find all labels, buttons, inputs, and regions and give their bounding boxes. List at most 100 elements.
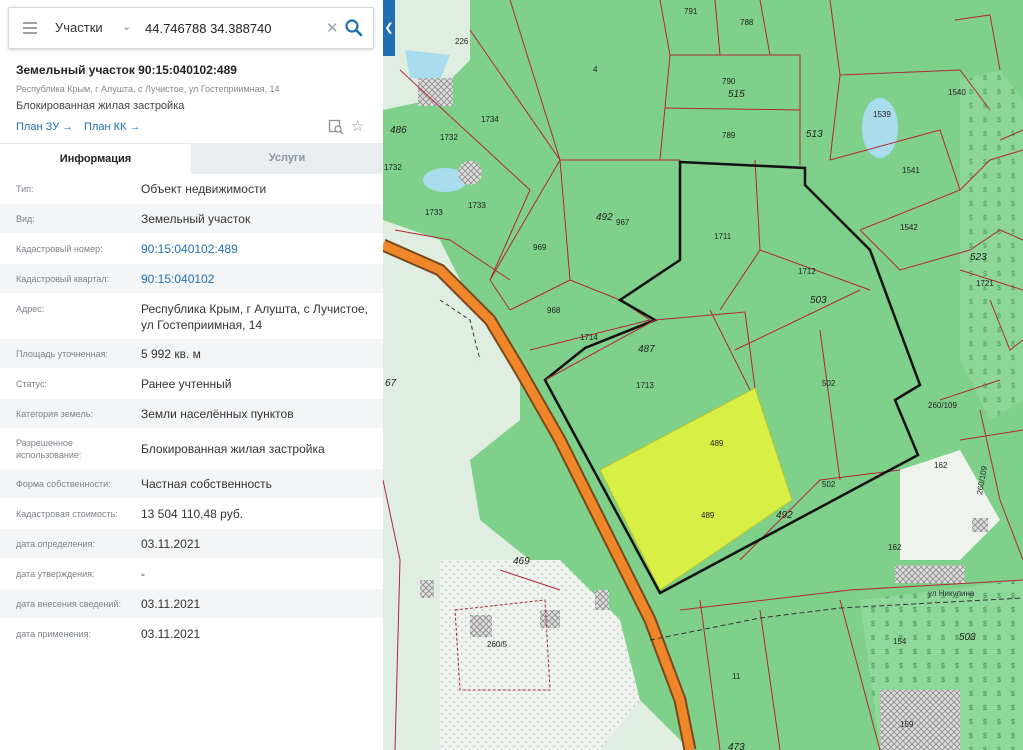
- parcel-title: Земельный участок 90:15:040102:489: [16, 63, 237, 77]
- plot-number-label: 502: [822, 379, 836, 388]
- plot-number-label: 1733: [468, 201, 486, 210]
- info-row-label: Статус:: [16, 379, 47, 389]
- plot-number-label: 226: [455, 37, 469, 46]
- plot-number-label: 502: [822, 480, 836, 489]
- street-label: ул Никулина: [928, 589, 975, 598]
- info-row-label: Кадастровая стоимость:: [16, 509, 118, 519]
- plot-number-label: 489: [710, 439, 724, 448]
- info-row-label: дата применения:: [16, 629, 92, 639]
- building: [540, 610, 560, 628]
- plot-number-label: 1734: [481, 115, 499, 124]
- building: [880, 690, 960, 750]
- plot-number-label: 260/5: [487, 640, 508, 649]
- info-row-link[interactable]: 90:15:040102: [141, 271, 371, 287]
- info-row: Адрес: Республика Крым, г Алушта, с Лучис…: [0, 294, 383, 339]
- plot-number-label: 1732: [440, 133, 458, 142]
- plot-number-label: 162: [934, 461, 948, 470]
- info-row-value: Республика Крым, г Алушта, с Лучистое, у…: [141, 302, 368, 332]
- plot-number-label: 1733: [425, 208, 443, 217]
- pond: [862, 98, 898, 158]
- building: [895, 565, 965, 583]
- info-row-value: 03.11.2021: [141, 627, 201, 641]
- info-row: Кадастровый номер: 90:15:040102:489: [0, 234, 383, 264]
- info-row-label: Вид:: [16, 214, 35, 224]
- plot-number-label: 1712: [798, 267, 816, 276]
- info-row-value: 5 992 кв. м: [141, 347, 201, 361]
- info-row-label: Тип:: [16, 184, 34, 194]
- plan-zu-link[interactable]: План ЗУ →: [16, 121, 73, 133]
- info-row: Статус: Ранее учтенный: [0, 369, 383, 399]
- plot-number-label: 788: [740, 18, 754, 27]
- elevation-label: 486: [390, 125, 407, 136]
- plot-number-label: 968: [547, 306, 561, 315]
- info-row-value: 13 504 110,48 руб.: [141, 507, 244, 521]
- plot-number-label: 1541: [902, 166, 920, 175]
- info-row: Кадастровая стоимость: 13 504 110,48 руб.: [0, 499, 383, 529]
- map-search-icon[interactable]: [328, 119, 344, 135]
- plot-number-label: 4: [593, 65, 598, 74]
- close-icon[interactable]: ✕: [326, 19, 339, 37]
- info-row: Категория земель: Земли населённых пункто…: [0, 399, 383, 429]
- info-row-value: Земельный участок: [141, 212, 251, 226]
- menu-icon[interactable]: [23, 22, 37, 34]
- info-row-value: Земли населённых пунктов: [141, 407, 294, 421]
- building: [470, 615, 492, 637]
- elevation-label: 503: [810, 295, 827, 306]
- search-bar: Участки ⌄ ✕: [8, 7, 374, 49]
- star-icon[interactable]: ☆: [351, 117, 364, 135]
- info-row: Форма собственности: Частная собственност…: [0, 469, 383, 499]
- info-row-label: дата определения:: [16, 539, 95, 549]
- elevation-label: 523: [970, 252, 987, 263]
- info-panel: Участки ⌄ ✕ Земельный участок 90:15:0401…: [0, 0, 383, 750]
- info-row-label: дата утверждения:: [16, 569, 95, 579]
- plot-number-label: 260/109: [928, 401, 957, 410]
- info-row-link[interactable]: 90:15:040102:489: [141, 241, 371, 257]
- info-row: Вид: Земельный участок: [0, 204, 383, 234]
- plot-number-label: 1542: [900, 223, 918, 232]
- tab-bar: Информация Услуги: [0, 143, 383, 174]
- info-row-label: Площадь уточненная:: [16, 349, 108, 359]
- building: [972, 518, 988, 532]
- chevron-down-icon[interactable]: ⌄: [122, 20, 131, 33]
- tab-information[interactable]: Информация: [0, 143, 191, 174]
- collapse-panel-button[interactable]: ❮: [383, 0, 395, 56]
- plot-number-label: 154: [893, 637, 907, 646]
- parcel-address: Республика Крым, г Алушта, с Лучистое, у…: [16, 84, 280, 94]
- info-row: дата внесения сведений: 03.11.2021: [0, 589, 383, 619]
- tab-services[interactable]: Услуги: [191, 143, 383, 174]
- plot-number-label: 791: [684, 7, 698, 16]
- info-row: Площадь уточненная: 5 992 кв. м: [0, 339, 383, 369]
- info-row-label: Форма собственности:: [16, 479, 111, 489]
- plot-number-label: 489: [701, 511, 715, 520]
- layer-select[interactable]: Участки: [55, 20, 103, 35]
- info-table: Тип: Объект недвижимости Вид: Земельный уча…: [0, 174, 383, 649]
- building: [595, 590, 609, 610]
- search-input[interactable]: [145, 16, 320, 40]
- info-row-value: -: [141, 567, 145, 581]
- info-row-label: Кадастровый номер:: [16, 244, 103, 254]
- plot-number-label: 1713: [636, 381, 654, 390]
- plot-number-label: 789: [722, 131, 736, 140]
- plot-number-label: 162: [888, 543, 902, 552]
- plan-kk-link[interactable]: План КК →: [84, 121, 140, 133]
- search-icon[interactable]: [344, 18, 364, 38]
- elevation-label: 492: [596, 212, 613, 223]
- info-row: дата применения: 03.11.2021: [0, 619, 383, 649]
- info-row-value: Объект недвижимости: [141, 182, 267, 196]
- info-row-value: Частная собственность: [141, 477, 272, 491]
- info-row-label: Кадастровый квартал:: [16, 274, 110, 284]
- elevation-label: 515: [728, 89, 745, 100]
- elevation-label: 469: [513, 556, 530, 567]
- plot-number-label: 1732: [384, 163, 402, 172]
- info-row: дата определения: 03.11.2021: [0, 529, 383, 559]
- plot-number-label: 159: [900, 720, 914, 729]
- info-row-label: Разрешенное использование:: [16, 438, 82, 460]
- building: [420, 580, 434, 598]
- plot-number-label: 11: [732, 672, 741, 681]
- info-row: Кадастровый квартал: 90:15:040102: [0, 264, 383, 294]
- info-row-value: Ранее учтенный: [141, 377, 232, 391]
- plot-number-label: 1540: [948, 88, 966, 97]
- elevation-label: 503: [959, 632, 976, 643]
- info-row-label: дата внесения сведений:: [16, 599, 121, 609]
- plot-number-label: 967: [616, 218, 630, 227]
